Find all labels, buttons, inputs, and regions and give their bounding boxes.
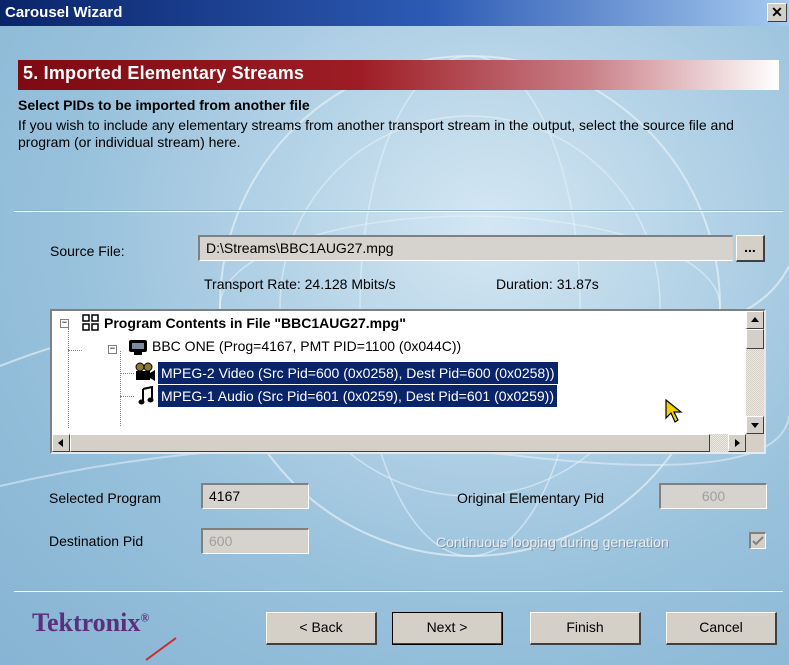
- bottom-separator: [14, 590, 783, 592]
- program-contents-tree[interactable]: − Program Contents in File "BBC1AUG27.mp…: [50, 309, 766, 454]
- step-subtitle: Select PIDs to be imported from another …: [18, 97, 310, 113]
- tree-horizontal-scrollbar[interactable]: [52, 434, 746, 452]
- selected-program-field[interactable]: 4167: [201, 483, 309, 509]
- browse-label: ...: [744, 239, 756, 255]
- arrow-up-icon: [751, 317, 759, 322]
- back-button[interactable]: < Back: [266, 612, 377, 645]
- source-file-label: Source File:: [50, 243, 125, 259]
- collapse-root-icon[interactable]: −: [60, 319, 69, 328]
- collapse-program-icon[interactable]: −: [108, 345, 117, 354]
- step-banner: 5. Imported Elementary Streams: [18, 60, 779, 90]
- tree-connector: [120, 396, 134, 397]
- next-button[interactable]: Next >: [392, 612, 503, 645]
- destination-pid-label: Destination Pid: [49, 533, 144, 549]
- mouse-cursor-icon: [665, 398, 683, 423]
- title-bar[interactable]: Carousel Wizard ✕: [0, 0, 789, 26]
- arrow-left-icon: [58, 439, 63, 447]
- logo-swoosh-icon: [145, 637, 177, 661]
- finish-label: Finish: [566, 619, 604, 635]
- original-pid-field[interactable]: 600: [659, 483, 767, 509]
- scroll-up-button[interactable]: [746, 311, 764, 329]
- tree-program-item[interactable]: BBC ONE (Prog=4167, PMT PID=1100 (0x044C…: [152, 335, 461, 357]
- vertical-scroll-thumb[interactable]: [746, 329, 764, 349]
- scroll-down-button[interactable]: [746, 416, 764, 434]
- duration-text: Duration: 31.87s: [496, 276, 599, 292]
- cancel-button[interactable]: Cancel: [666, 612, 777, 645]
- tree-vertical-scrollbar[interactable]: [746, 311, 764, 434]
- tv-icon: [129, 340, 147, 355]
- arrow-right-icon: [735, 439, 740, 447]
- selected-program-label: Selected Program: [49, 490, 162, 506]
- next-label: Next >: [426, 619, 468, 635]
- scroll-right-button[interactable]: [728, 434, 746, 452]
- window-title: Carousel Wizard: [5, 4, 123, 21]
- close-button[interactable]: ✕: [767, 3, 787, 22]
- scrollbar-corner: [746, 434, 764, 452]
- carousel-wizard-window: Carousel Wizard ✕ 5. Imported Elementary…: [0, 0, 789, 665]
- horizontal-scroll-thumb[interactable]: [70, 434, 710, 452]
- source-file-input[interactable]: D:\Streams\BBC1AUG27.mpg: [198, 235, 733, 261]
- tree-connector: [120, 351, 121, 426]
- registered-mark: ®: [140, 610, 150, 625]
- tree-connector: [68, 328, 69, 428]
- tektronix-logo: Tektronix®: [32, 608, 149, 638]
- tree-connector: [68, 350, 82, 351]
- top-separator: [14, 210, 783, 212]
- looping-label: Continuous looping during generation: [436, 534, 669, 550]
- video-camera-icon: [135, 362, 155, 381]
- close-icon: ✕: [771, 4, 783, 20]
- program-grid-icon: [82, 314, 99, 331]
- tree-connector: [120, 373, 134, 374]
- step-description: If you wish to include any elementary st…: [18, 117, 734, 150]
- arrow-down-icon: [751, 423, 759, 428]
- finish-button[interactable]: Finish: [530, 612, 641, 645]
- original-pid-label: Original Elementary Pid: [457, 490, 605, 506]
- tree-stream-video[interactable]: MPEG-2 Video (Src Pid=600 (0x0258), Dest…: [158, 362, 558, 384]
- tree-root-item[interactable]: Program Contents in File "BBC1AUG27.mpg": [104, 312, 406, 334]
- tree-stream-audio[interactable]: MPEG-1 Audio (Src Pid=601 (0x0259), Dest…: [158, 385, 557, 407]
- looping-checkbox[interactable]: [749, 532, 766, 549]
- back-label: < Back: [299, 619, 343, 635]
- logo-text: Tektronix: [32, 608, 141, 637]
- cancel-label: Cancel: [699, 619, 743, 635]
- step-title: 5. Imported Elementary Streams: [23, 63, 305, 83]
- browse-button[interactable]: ...: [736, 235, 765, 262]
- music-note-icon: [138, 386, 154, 405]
- checkmark-icon: [752, 536, 764, 546]
- transport-rate-text: Transport Rate: 24.128 Mbits/s: [204, 276, 396, 292]
- scroll-left-button[interactable]: [52, 434, 70, 452]
- destination-pid-field[interactable]: 600: [201, 528, 309, 554]
